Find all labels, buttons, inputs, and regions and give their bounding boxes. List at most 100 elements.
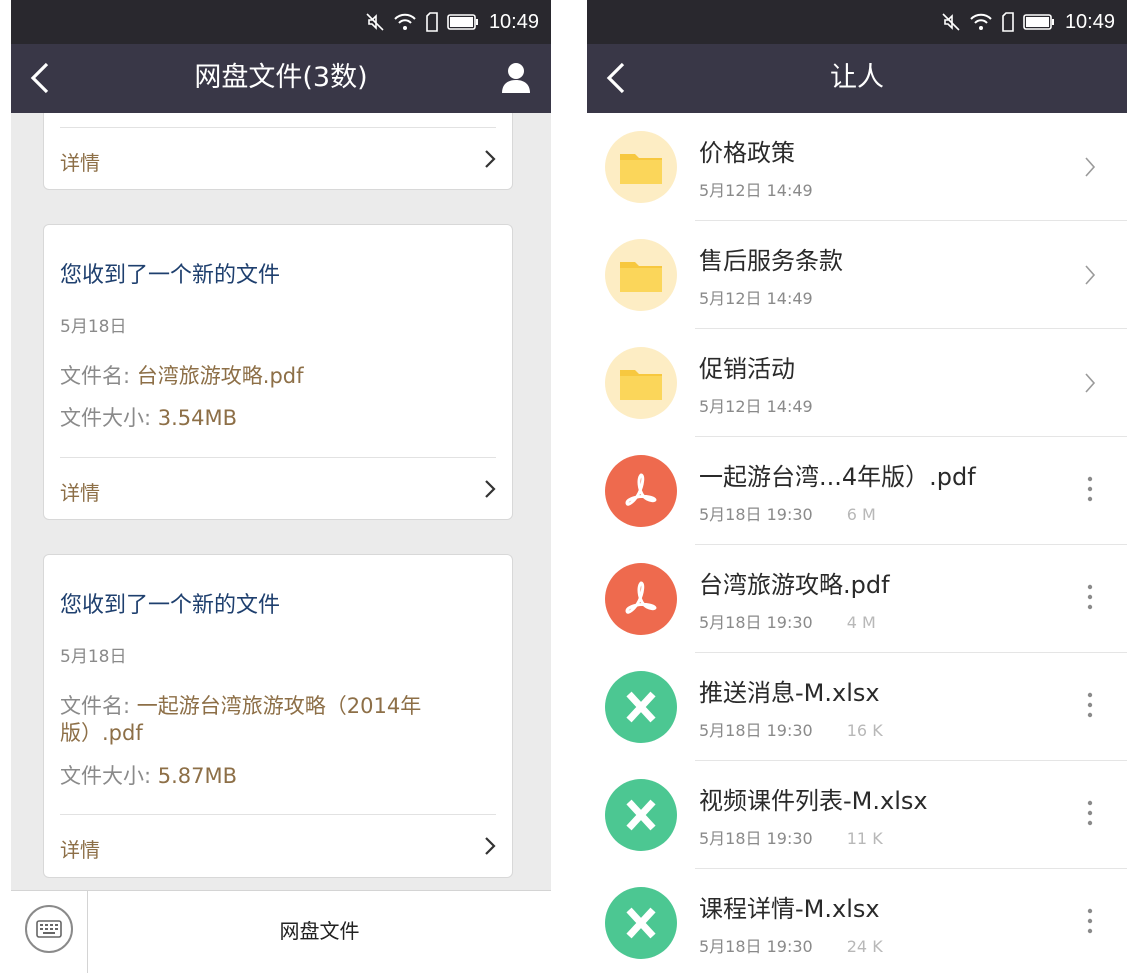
file-name-label: 文件名: [60,694,137,718]
detail-row[interactable]: 详情 [44,815,512,877]
sim-icon [1002,12,1014,32]
battery-icon [1023,14,1054,30]
file-meta: 5月12日 14:49 [699,393,813,417]
chevron-right-icon [485,837,496,855]
folder-icon [605,131,677,203]
file-name: 促销活动 [699,355,795,383]
file-date: 5月18日 19:30 [699,505,813,524]
file-list-row[interactable]: 价格政策 5月12日 14:49 [587,113,1127,221]
file-meta: 5月18日 19:30 11 K [699,825,883,849]
file-size: 16 K [846,721,883,740]
file-date: 5月12日 14:49 [699,289,813,308]
excel-icon [605,887,677,959]
more-options-icon[interactable] [1087,691,1093,719]
sim-icon [426,12,438,32]
file-list-row[interactable]: 促销活动 5月12日 14:49 [587,329,1127,437]
chevron-right-icon [485,480,496,498]
message-card: 您收到了一个新的文件 5月18日 文件名: 台湾旅游攻略.pdf 文件大小: 3… [43,224,513,520]
more-options-icon[interactable] [1087,907,1093,935]
detail-label: 详情 [60,481,100,505]
right-screen: 10:49 让人 价格政策 5月12日 14:49 售后服务条款 5月12日 14:4… [587,0,1127,973]
file-name: 售后服务条款 [699,247,843,275]
file-name: 推送消息-M.xlsx [699,679,880,707]
file-name-line: 文件名: 一起游台湾旅游攻略（2014年版）.pdf [60,693,452,747]
file-meta: 5月12日 14:49 [699,285,813,309]
file-meta: 5月18日 19:30 6 M [699,501,876,525]
user-icon[interactable] [501,62,531,94]
status-bar: 10:49 [587,0,1127,44]
file-date: 5月18日 19:30 [699,937,813,956]
file-name-label: 文件名: [60,364,137,388]
battery-icon [447,14,478,30]
file-name: 视频课件列表-M.xlsx [699,787,928,815]
nav-bar: 让人 [587,44,1127,113]
file-list-row[interactable]: 一起游台湾...4年版）.pdf 5月18日 19:30 6 M [587,437,1127,545]
file-size: 24 K [846,937,883,956]
status-time: 10:49 [1064,10,1115,33]
file-size: 11 K [846,829,883,848]
status-bar: 10:49 [11,0,551,44]
file-date: 5月12日 14:49 [699,181,813,200]
file-name-line: 文件名: 台湾旅游攻略.pdf [60,363,496,390]
file-name: 台湾旅游攻略.pdf [699,571,890,599]
file-meta: 5月12日 14:49 [699,177,813,201]
chevron-right-icon [485,150,496,168]
detail-row[interactable]: 详情 [44,458,512,520]
keyboard-icon [36,920,62,938]
back-arrow-icon[interactable] [597,58,637,98]
file-list-row[interactable]: 课程详情-M.xlsx 5月18日 19:30 24 K [587,869,1127,973]
chevron-right-icon [1085,373,1096,393]
menu-netdisk-files[interactable]: 网盘文件 [88,915,551,944]
card-date: 5月18日 [60,317,127,337]
back-arrow-icon[interactable] [21,58,61,98]
card-date: 5月18日 [60,647,127,667]
folder-icon [605,239,677,311]
more-options-icon[interactable] [1087,799,1093,827]
status-time: 10:49 [488,10,539,33]
bottom-bar: 网盘文件 [11,890,551,973]
file-size-line: 文件大小: 5.87MB [60,763,496,790]
partial-message-card: 详情 [43,100,513,190]
keyboard-toggle[interactable] [11,891,88,973]
file-size-label: 文件大小: [60,764,158,788]
card-title: 您收到了一个新的文件 [60,593,281,618]
file-size-value: 3.54MB [157,406,238,430]
file-date: 5月18日 19:30 [699,613,813,632]
more-options-icon[interactable] [1087,475,1093,503]
page-title: 网盘文件(3数) [194,62,368,93]
pdf-icon [605,563,677,635]
file-list-row[interactable]: 视频课件列表-M.xlsx 5月18日 19:30 11 K [587,761,1127,869]
folder-icon [605,347,677,419]
card-title: 您收到了一个新的文件 [60,263,281,288]
excel-icon [605,671,677,743]
detail-label: 详情 [60,151,100,175]
file-size: 4 M [846,613,876,632]
mute-icon [366,13,384,31]
detail-label: 详情 [60,838,100,862]
file-date: 5月18日 19:30 [699,829,813,848]
file-size: 6 M [846,505,876,524]
wifi-icon [394,13,416,30]
more-options-icon[interactable] [1087,583,1093,611]
file-list-row[interactable]: 推送消息-M.xlsx 5月18日 19:30 16 K [587,653,1127,761]
file-size-value: 5.87MB [157,764,238,788]
file-list-row[interactable]: 售后服务条款 5月12日 14:49 [587,221,1127,329]
chevron-right-icon [1085,265,1096,285]
left-screen: 详情 您收到了一个新的文件 5月18日 文件名: 台湾旅游攻略.pdf 文件大小… [11,0,551,973]
chevron-right-icon [1085,157,1096,177]
file-size-label: 文件大小: [60,406,158,430]
page-title: 让人 [830,62,884,93]
detail-row[interactable]: 详情 [44,128,512,190]
wifi-icon [970,13,992,30]
file-date: 5月18日 19:30 [699,721,813,740]
file-list-row[interactable]: 台湾旅游攻略.pdf 5月18日 19:30 4 M [587,545,1127,653]
file-meta: 5月18日 19:30 16 K [699,717,883,741]
pdf-icon [605,455,677,527]
file-name-value: 台湾旅游攻略.pdf [136,364,304,388]
file-meta: 5月18日 19:30 24 K [699,933,883,957]
file-name: 课程详情-M.xlsx [699,895,880,923]
file-date: 5月12日 14:49 [699,397,813,416]
excel-icon [605,779,677,851]
mute-icon [942,13,960,31]
file-name: 价格政策 [699,139,795,167]
